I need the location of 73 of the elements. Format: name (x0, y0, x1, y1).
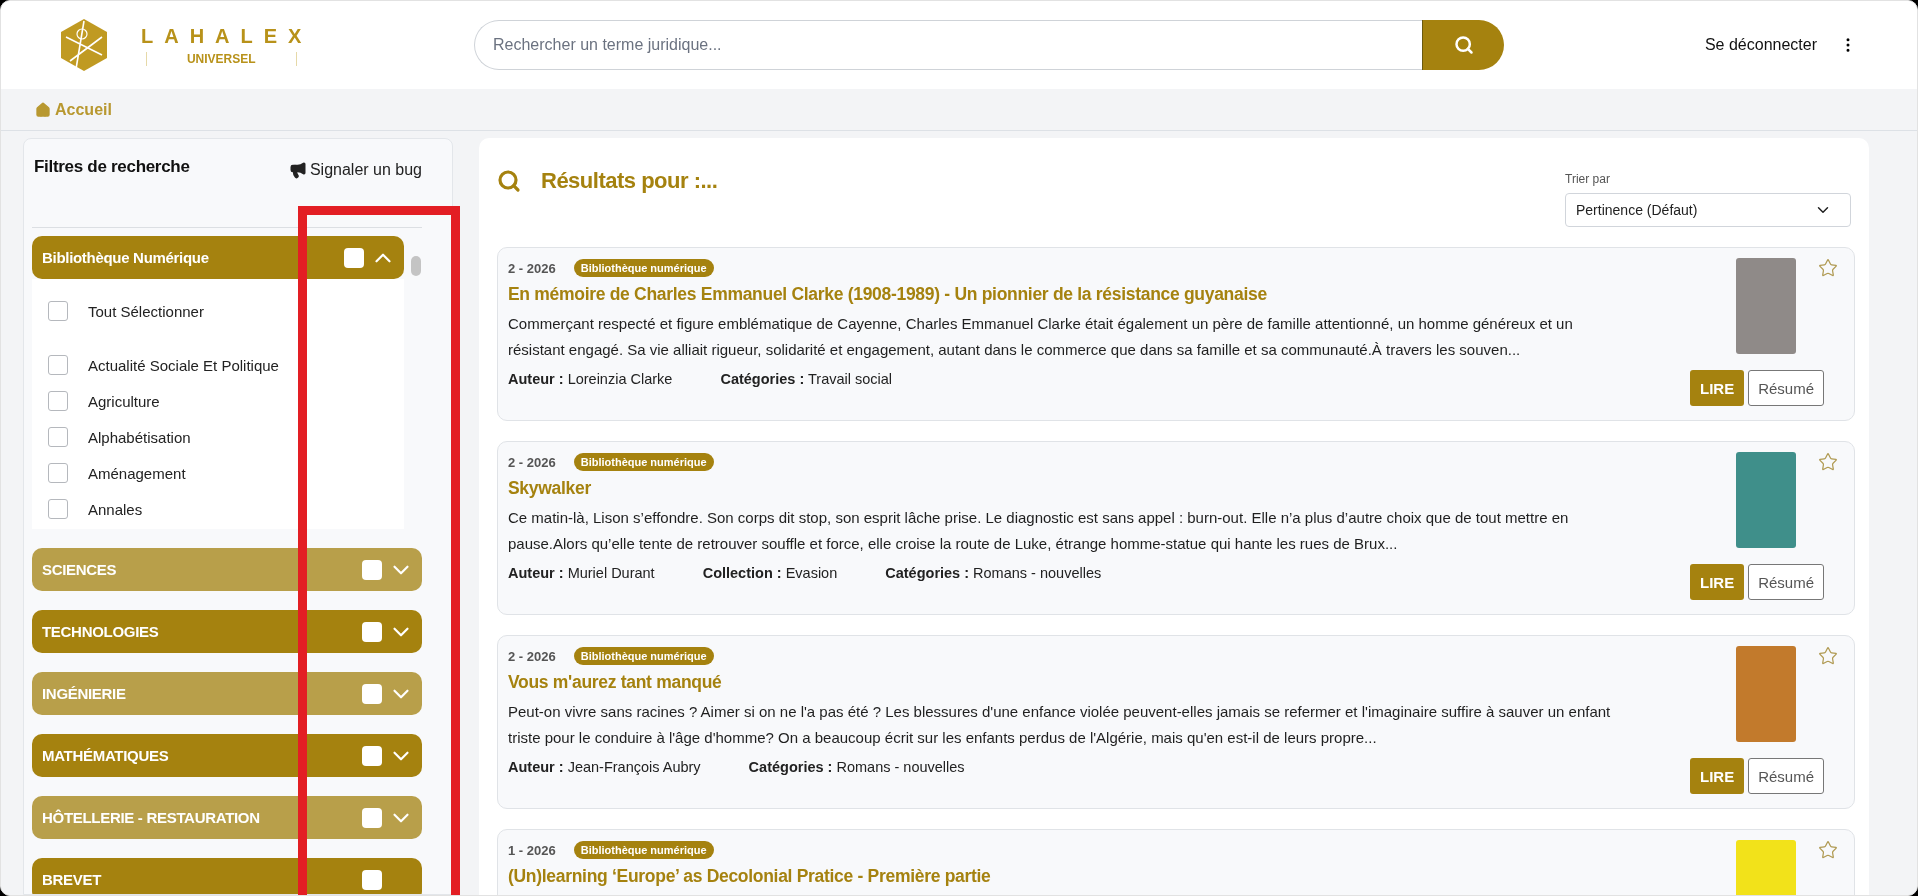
result-title-link[interactable]: Skywalker (508, 478, 1648, 499)
filter-option[interactable]: Aménagement (48, 455, 405, 491)
read-button[interactable]: LIRE (1689, 370, 1745, 406)
result-meta: Catégories : Travail social (720, 371, 893, 387)
summary-button[interactable]: Résumé (1748, 370, 1824, 406)
result-title-link[interactable]: (Un)learning ‘Europe’ as Decolonial Pratice - Première partie (508, 866, 1648, 887)
filter-option[interactable]: Actualité Sociale Et Politique (48, 347, 405, 383)
result-description: Peut-on vivre sans racines ? Aimer si on ne l'a pas été ? Les blessures d'une enfance violée peuvent-elles jamais se refermer et l'imaginaire suffire à sauver un enfant triste pour le conduire à l'âge d'homme? On a beaucoup écrit sur les enfants perdus de l'Algérie, mais qu'en est-il de leurs propre... (508, 702, 1612, 748)
favorite-star-icon[interactable] (1818, 840, 1838, 860)
filter-group-header[interactable]: Bibliothèque Numérique (32, 236, 405, 279)
sort-select[interactable]: Pertinence (Défaut) (1565, 193, 1851, 227)
megaphone-icon (288, 161, 307, 179)
checkbox[interactable] (48, 355, 68, 375)
filter-option[interactable]: Annales (48, 491, 405, 527)
result-meta: Auteur : Jean-François Aubry (508, 759, 701, 775)
favorite-star-icon[interactable] (1818, 258, 1838, 278)
category-tag: Bibliothèque numérique (573, 453, 714, 471)
search-button[interactable] (1422, 20, 1504, 70)
filters-title: Filtres de recherche (34, 157, 190, 177)
filter-option[interactable]: Agriculture (48, 383, 405, 419)
result-title-link[interactable]: En mémoire de Charles Emmanuel Clarke (1908-1989) - Un pionnier de la résistance guyanaise (508, 284, 1648, 305)
result-description: Commerçant respecté et figure emblématique de Cayenne, Charles Emmanuel Clarke était également un père de famille attentionné, un homme généreux et un résistant engagé. Sa vie alliait rigueur, solidarité et engagement, autant dans le commerce que dans sa famille et sa communauté.À travers les souven... (508, 314, 1574, 360)
result-meta: Catégories : Romans - nouvelles (748, 759, 965, 775)
result-description: Ce matin-là, Lison s’effondre. Son corps dit stop, son esprit lâche prise. Le diagnostic est sans appel : burn-out. Elle n’a plus d’autre choix que de tout mettre en pause.Alors qu’elle tente de retrouver souffle et force, elle croise la route de Luke, étrange homme-statue qui hante les rues de Brux... (508, 508, 1570, 554)
sort-label: Trier par (1565, 172, 1611, 186)
report-bug-button[interactable]: Signaler un bug (288, 161, 422, 179)
logo-name: LAHALEX (140, 24, 313, 48)
logo-subtitle: UNIVERSEL (145, 51, 297, 66)
checkbox[interactable] (344, 247, 365, 268)
checkbox[interactable] (48, 301, 68, 321)
category-tag: Bibliothèque numérique (573, 647, 714, 665)
result-date: 2 - 2026 (508, 648, 556, 664)
summary-button[interactable]: Résumé (1748, 758, 1824, 794)
filter-group-header[interactable]: MATHÉMATIQUES (32, 734, 422, 777)
filter-option[interactable]: Tout Sélectionner (48, 293, 405, 329)
filter-group-header[interactable]: BREVET (32, 858, 422, 894)
home-icon (35, 101, 51, 118)
search-field[interactable]: Rechercher un terme juridique... (474, 20, 1422, 70)
read-button[interactable]: LIRE (1689, 758, 1745, 794)
home-breadcrumb-link[interactable]: Accueil (35, 100, 112, 119)
result-meta: Auteur : Loreinzia Clarke (508, 371, 673, 387)
result-meta: Catégories : Romans - nouvelles (885, 565, 1102, 581)
favorite-star-icon[interactable] (1818, 452, 1838, 472)
checkbox[interactable] (48, 499, 68, 519)
checkbox[interactable] (362, 559, 382, 580)
filter-group-header[interactable]: INGÉNIERIE (32, 672, 422, 715)
checkbox[interactable] (362, 745, 382, 766)
result-date: 1 - 2026 (508, 842, 556, 858)
filter-group-header[interactable]: TECHNOLOGIES (32, 610, 422, 653)
search-icon (497, 169, 521, 193)
logout-link[interactable]: Se déconnecter (1704, 36, 1817, 54)
filter-group-header[interactable]: HÔTELLERIE - RESTAURATION (32, 796, 422, 839)
result-title-link[interactable]: Vous m'aurez tant manqué (508, 672, 1648, 693)
checkbox[interactable] (48, 463, 68, 483)
filter-option[interactable]: Alphabétisation (48, 419, 405, 455)
checkbox[interactable] (362, 621, 382, 642)
checkbox[interactable] (48, 391, 68, 411)
result-meta: Auteur : Muriel Durant (508, 565, 655, 581)
checkbox[interactable] (362, 807, 382, 828)
checkbox[interactable] (48, 427, 68, 447)
result-date: 2 - 2026 (508, 260, 556, 276)
filter-group-header[interactable]: SCIENCES (32, 548, 422, 591)
summary-button[interactable]: Résumé (1748, 564, 1824, 600)
checkbox[interactable] (362, 683, 382, 704)
result-meta: Collection : Evasion (702, 565, 838, 581)
search-icon (1453, 35, 1474, 55)
favorite-star-icon[interactable] (1818, 646, 1838, 666)
result-date: 2 - 2026 (508, 454, 556, 470)
category-tag: Bibliothèque numérique (573, 841, 714, 859)
results-title: Résultats pour :... (497, 168, 718, 194)
read-button[interactable]: LIRE (1689, 564, 1745, 600)
checkbox[interactable] (362, 869, 382, 890)
category-tag: Bibliothèque numérique (573, 259, 714, 277)
